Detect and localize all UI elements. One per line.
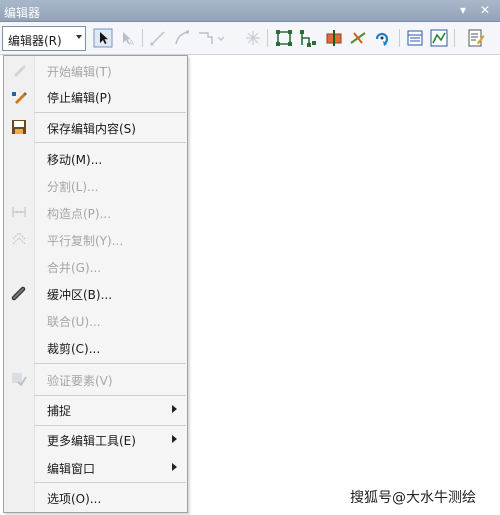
edit-vertices-icon[interactable] (274, 28, 294, 48)
chevron-down-icon (76, 35, 82, 39)
editor-dropdown-menu: 开始编辑(T) 停止编辑(P) 保存编辑内容(S) 移动(M)... 分割(L)… (3, 55, 188, 513)
submenu-arrow-icon (172, 435, 177, 443)
copy-parallel-icon (11, 231, 27, 247)
stop-editing-icon (11, 88, 27, 104)
create-features-icon[interactable] (466, 28, 486, 48)
menu-item-label: 更多编辑工具(E) (47, 434, 136, 448)
menu-item-label: 合并(G)... (47, 261, 102, 275)
toolbar-separator (267, 29, 268, 47)
menu-separator (34, 482, 186, 483)
split-tool-icon[interactable] (348, 28, 368, 48)
menu-item-label: 编辑窗口 (47, 462, 96, 476)
menu-separator (34, 112, 186, 113)
menu-item-validate-features[interactable]: 验证要素(V) (4, 366, 187, 392)
editor-menu-label: 编辑器(R) (8, 34, 62, 48)
menu-item-copy-parallel[interactable]: 平行复制(Y)... (4, 226, 187, 252)
reshape-feature-icon[interactable] (298, 28, 318, 48)
menu-item-split[interactable]: 分割(L)... (4, 172, 187, 198)
menu-item-label: 停止编辑(P) (47, 91, 112, 105)
toolbar-separator (454, 29, 455, 47)
menu-item-editing-windows[interactable]: 编辑窗口 (4, 454, 187, 480)
sketch-properties-icon[interactable] (429, 28, 449, 48)
editor-toolbar-titlebar[interactable]: 编辑器 ▾ ✕ (0, 0, 500, 22)
menu-item-label: 裁剪(C)... (47, 342, 101, 356)
menu-item-save-edits[interactable]: 保存编辑内容(S) (4, 114, 187, 140)
close-icon[interactable]: ✕ (480, 3, 490, 17)
editor-menu-button[interactable]: 编辑器(R) (2, 26, 86, 51)
trace-icon[interactable] (196, 28, 226, 48)
save-edits-icon (11, 119, 27, 135)
submenu-arrow-icon (172, 405, 177, 413)
menu-separator (34, 363, 186, 364)
menu-item-label: 选项(O)... (47, 492, 102, 506)
window-title: 编辑器 (4, 6, 41, 20)
rotate-tool-icon[interactable] (372, 28, 392, 48)
menu-item-stop-editing[interactable]: 停止编辑(P) (4, 83, 187, 109)
editor-toolbar: 编辑器(R) A (0, 22, 500, 55)
menu-item-snapping[interactable]: 捕捉 (4, 396, 187, 422)
menu-item-label: 捕捉 (47, 404, 72, 418)
menu-item-label: 保存编辑内容(S) (47, 122, 136, 136)
menu-item-label: 移动(M)... (47, 153, 103, 167)
start-editing-icon (11, 62, 27, 78)
edit-tool-icon[interactable] (93, 28, 113, 48)
toolbar-separator (399, 29, 400, 47)
submenu-arrow-icon (172, 463, 177, 471)
cut-polygons-icon[interactable] (324, 28, 344, 48)
menu-item-options[interactable]: 选项(O)... (4, 484, 187, 510)
validate-features-icon (11, 371, 27, 387)
straight-segment-icon[interactable] (148, 28, 168, 48)
menu-item-move[interactable]: 移动(M)... (4, 145, 187, 171)
toolbar-separator (142, 29, 143, 47)
svg-text:A: A (129, 39, 134, 47)
menu-item-label: 平行复制(Y)... (47, 234, 124, 248)
edit-annotation-icon[interactable]: A (117, 28, 137, 48)
menu-item-more-editing-tools[interactable]: 更多编辑工具(E) (4, 426, 187, 452)
construct-points-icon (11, 204, 27, 220)
collapse-icon[interactable]: ▾ (460, 3, 466, 17)
attributes-icon[interactable] (405, 28, 425, 48)
menu-item-construct-points[interactable]: 构造点(P)... (4, 199, 187, 225)
menu-separator (34, 142, 186, 143)
point-icon[interactable] (243, 28, 263, 48)
menu-item-buffer[interactable]: 缓冲区(B)... (4, 280, 187, 306)
menu-item-label: 缓冲区(B)... (47, 288, 113, 302)
menu-item-label: 验证要素(V) (47, 374, 113, 388)
end-point-arc-icon[interactable] (172, 28, 192, 48)
menu-item-label: 分割(L)... (47, 180, 99, 194)
menu-item-label: 开始编辑(T) (47, 65, 112, 79)
menu-item-label: 联合(U)... (47, 315, 101, 329)
menu-item-label: 构造点(P)... (47, 207, 112, 221)
watermark: 搜狐号@大水牛测绘 (350, 490, 476, 506)
menu-item-merge[interactable]: 合并(G)... (4, 253, 187, 279)
menu-item-clip[interactable]: 裁剪(C)... (4, 334, 187, 360)
menu-item-start-editing[interactable]: 开始编辑(T) (4, 57, 187, 83)
buffer-icon (11, 285, 27, 301)
menu-item-union[interactable]: 联合(U)... (4, 307, 187, 333)
